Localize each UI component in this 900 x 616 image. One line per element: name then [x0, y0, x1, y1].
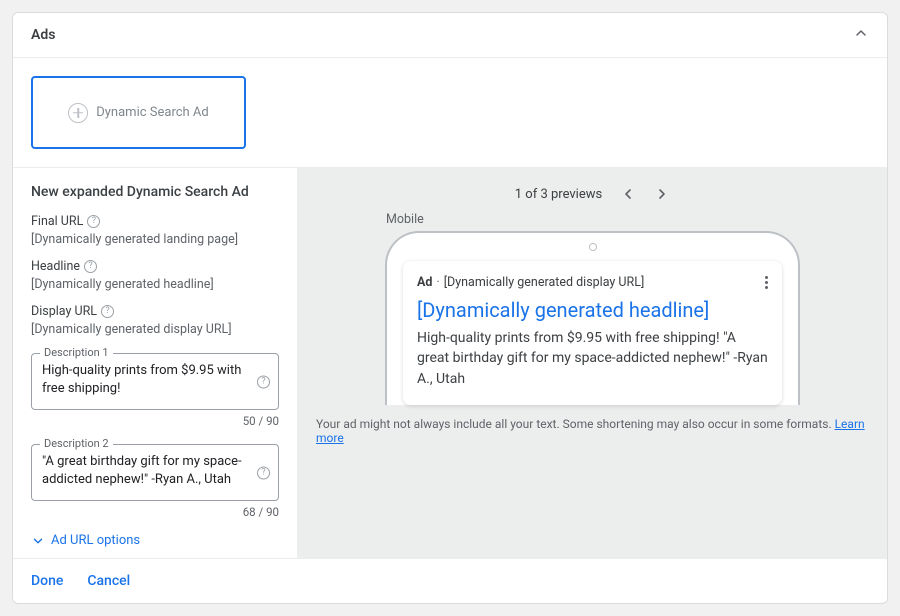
- ad-type-row: Dynamic Search Ad: [13, 58, 887, 168]
- ad-preview-card: Ad · [Dynamically generated display URL]…: [403, 261, 782, 405]
- footer: Done Cancel: [13, 559, 887, 603]
- display-url-label: Display URL ?: [31, 304, 279, 319]
- preview-counter: 1 of 3 previews: [515, 187, 602, 202]
- preview-disclaimer: Your ad might not always include all you…: [316, 417, 869, 445]
- help-icon[interactable]: ?: [101, 305, 114, 318]
- description-2-label: Description 2: [40, 437, 113, 450]
- editor-body: New expanded Dynamic Search Ad Final URL…: [13, 168, 887, 559]
- ad-menu-icon[interactable]: [765, 276, 768, 289]
- ad-display-url: [Dynamically generated display URL]: [444, 275, 645, 290]
- final-url-value: [Dynamically generated landing page]: [31, 232, 279, 247]
- ad-url-options-toggle[interactable]: Ad URL options: [31, 533, 279, 548]
- ad-type-label: Dynamic Search Ad: [96, 105, 209, 120]
- chevron-down-icon: [31, 534, 45, 548]
- separator: ·: [436, 275, 439, 290]
- preview-next-button[interactable]: [654, 186, 670, 202]
- speaker-icon: [589, 243, 597, 251]
- preview-nav: 1 of 3 previews: [316, 182, 869, 206]
- section-title: Ads: [31, 27, 55, 43]
- ads-card: Ads Dynamic Search Ad New expanded Dynam…: [12, 12, 888, 604]
- display-url-value: [Dynamically generated display URL]: [31, 322, 279, 337]
- collapse-icon[interactable]: [853, 25, 869, 45]
- cancel-button[interactable]: Cancel: [87, 573, 130, 589]
- headline-value: [Dynamically generated headline]: [31, 277, 279, 292]
- description-2-field[interactable]: Description 2 ?: [31, 444, 279, 501]
- ad-meta: Ad · [Dynamically generated display URL]: [417, 275, 644, 290]
- preview-prev-button[interactable]: [620, 186, 636, 202]
- ad-description: High-quality prints from $9.95 with free…: [417, 328, 768, 389]
- description-2-counter: 68 / 90: [31, 505, 279, 519]
- done-button[interactable]: Done: [31, 573, 63, 589]
- help-icon[interactable]: ?: [87, 215, 100, 228]
- headline-label: Headline ?: [31, 259, 279, 274]
- section-header: Ads: [13, 13, 887, 58]
- preview-device-label: Mobile: [386, 212, 869, 227]
- help-icon[interactable]: ?: [257, 466, 270, 479]
- preview-panel: 1 of 3 previews Mobile Ad · [Dynamic: [298, 168, 887, 558]
- description-1-counter: 50 / 90: [31, 414, 279, 428]
- ad-headline: [Dynamically generated headline]: [417, 298, 768, 322]
- description-1-input[interactable]: [42, 362, 250, 397]
- ad-badge: Ad: [417, 275, 432, 290]
- plus-circle-icon: [68, 103, 88, 123]
- description-1-field[interactable]: Description 1 ?: [31, 353, 279, 410]
- form-title: New expanded Dynamic Search Ad: [31, 184, 279, 200]
- description-1-label: Description 1: [40, 346, 113, 359]
- final-url-label: Final URL ?: [31, 214, 279, 229]
- description-2-input[interactable]: [42, 453, 250, 488]
- ad-type-tile[interactable]: Dynamic Search Ad: [31, 76, 246, 149]
- help-icon[interactable]: ?: [257, 375, 270, 388]
- mobile-frame: Ad · [Dynamically generated display URL]…: [385, 231, 800, 405]
- form-panel: New expanded Dynamic Search Ad Final URL…: [13, 168, 298, 558]
- help-icon[interactable]: ?: [84, 260, 97, 273]
